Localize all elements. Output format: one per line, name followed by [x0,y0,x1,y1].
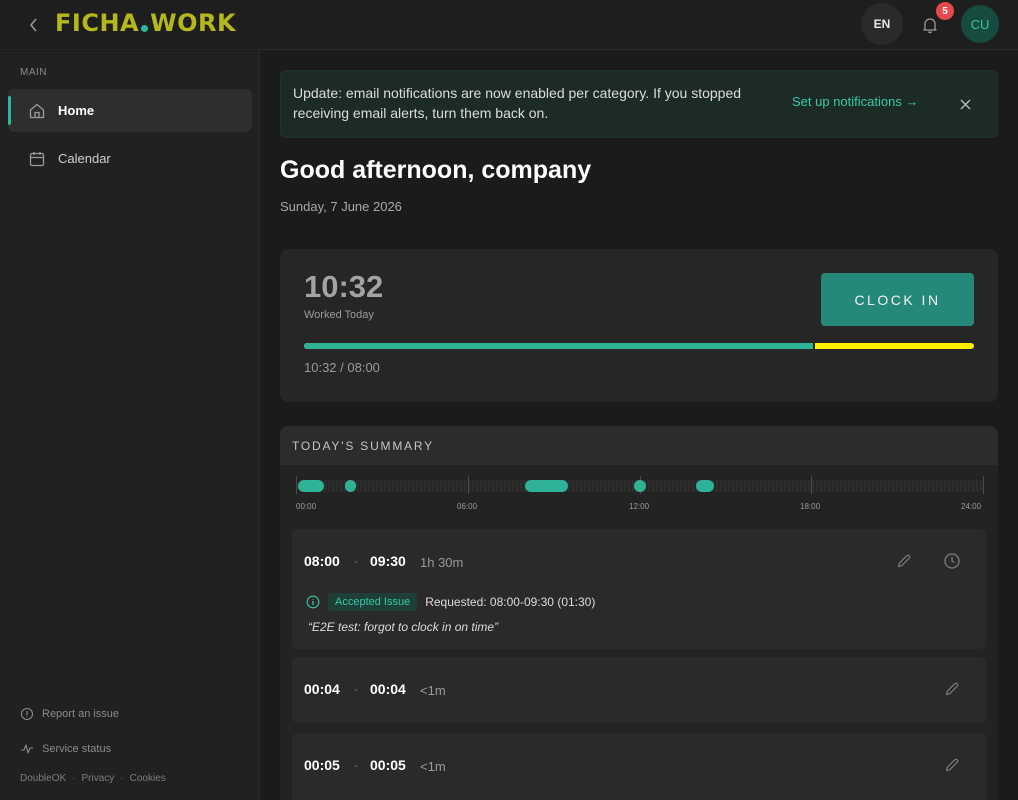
bell-icon [923,18,937,34]
cookies-link[interactable]: Cookies [130,773,166,784]
logo-text-left: FICHA [55,9,140,37]
progress-text: 10:32 / 08:00 [304,360,380,375]
worked-label: Worked Today [304,309,374,321]
update-banner: Update: email notifications are now enab… [280,70,998,138]
entry-start: 00:04 [304,681,340,697]
logo-text-right: WORK [150,9,237,37]
legal-separator: · [72,773,76,784]
timeline-segment[interactable] [634,480,646,492]
requested-range: Requested: 08:00-09:30 (01:30) [425,595,596,609]
setup-notifications-link[interactable]: Set up notifications → [792,94,918,109]
activity-icon [21,744,33,754]
timeline-tick [468,476,469,494]
entry-history-button[interactable] [940,549,964,573]
entry-issue-detail: Accepted Issue Requested: 08:00-09:30 (0… [306,593,595,611]
target-marker [813,340,816,352]
logo-dot [141,24,149,32]
pencil-icon [945,758,959,772]
edit-entry-button[interactable] [940,677,964,701]
clock-card: 10:32 Worked Today CLOCK IN 10:32 / 08:0… [280,249,998,402]
clock-in-button[interactable]: CLOCK IN [821,273,974,326]
home-icon [28,102,46,120]
info-icon [306,595,320,609]
app-logo[interactable]: FICHA WORK [55,9,236,37]
timeline-segment[interactable] [345,480,356,492]
close-icon [959,98,971,110]
timeline-label: 18:00 [800,502,821,511]
legal-links: DoubleOK · Privacy · Cookies [20,773,166,784]
edit-entry-button[interactable] [940,753,964,777]
top-bar: FICHA WORK EN 5 CU [0,0,1018,50]
entry-end: 00:05 [370,757,406,773]
timeline-label: 24:00 [961,502,982,511]
time-entry[interactable]: 00:04 - 00:04 <1m [292,657,986,723]
worked-progress-bar [304,340,974,352]
banner-close-button[interactable] [957,96,973,112]
entry-duration: <1m [420,683,446,698]
progress-fill [304,343,814,349]
entry-duration: <1m [420,759,446,774]
edit-entry-button[interactable] [892,549,916,573]
notification-count-badge: 5 [936,2,954,20]
report-issue-link[interactable]: Report an issue [20,707,119,721]
language-button[interactable]: EN [861,3,903,45]
pencil-icon [897,554,911,568]
entry-start: 00:05 [304,757,340,773]
timeline-segment[interactable] [696,480,714,492]
todays-summary: TODAY'S SUMMARY 00:00 06:00 12:00 18:00 … [280,426,998,800]
entry-separator: - [354,556,358,568]
day-timeline [296,476,984,494]
sidebar-item-label: Home [58,103,95,118]
timeline-label: 12:00 [629,502,650,511]
user-avatar[interactable]: CU [961,5,999,43]
sidebar: MAIN Home Calendar Report an issue Servi… [0,51,260,800]
clock-icon [944,553,960,569]
time-entry[interactable]: 08:00 - 09:30 1h 30m Accepted Issue Requ… [292,529,986,649]
summary-title: TODAY'S SUMMARY [280,426,998,465]
back-button[interactable] [24,14,44,36]
entry-separator: - [354,760,358,772]
sidebar-item-home[interactable]: Home [8,89,252,132]
page-title: Good afternoon, company [280,156,592,184]
entry-start: 08:00 [304,553,340,569]
service-status-label: Service status [42,743,112,755]
current-date: Sunday, 7 June 2026 [280,199,402,214]
report-issue-label: Report an issue [42,708,120,720]
entry-duration: 1h 30m [420,555,464,570]
timeline-tick [811,476,812,494]
privacy-link[interactable]: Privacy [81,773,114,784]
status-badge: Accepted Issue [328,593,418,611]
worked-time: 10:32 [304,269,384,304]
entry-end: 09:30 [370,553,406,569]
service-status-link[interactable]: Service status [20,742,111,756]
calendar-icon [28,150,46,168]
entry-end: 00:04 [370,681,406,697]
timeline-tick [296,476,297,494]
legal-separator: · [120,773,124,784]
report-issue-icon [20,707,34,721]
sidebar-item-label: Calendar [58,151,111,166]
sidebar-section-label: MAIN [20,67,47,78]
banner-message: Update: email notifications are now enab… [293,85,742,121]
sidebar-item-calendar[interactable]: Calendar [8,137,252,180]
timeline-label: 06:00 [457,502,478,511]
chevron-left-icon [30,18,37,32]
entry-note: “E2E test: forgot to clock in on time” [308,620,499,634]
doubleok-link[interactable]: DoubleOK [20,773,66,784]
timeline-segment[interactable] [525,480,568,492]
timeline-tick [983,476,984,494]
timeline-segment[interactable] [298,480,324,492]
time-entry[interactable]: 00:05 - 00:05 <1m [292,733,986,800]
entry-separator: - [354,684,358,696]
timeline-label: 00:00 [296,502,317,511]
pencil-icon [945,682,959,696]
